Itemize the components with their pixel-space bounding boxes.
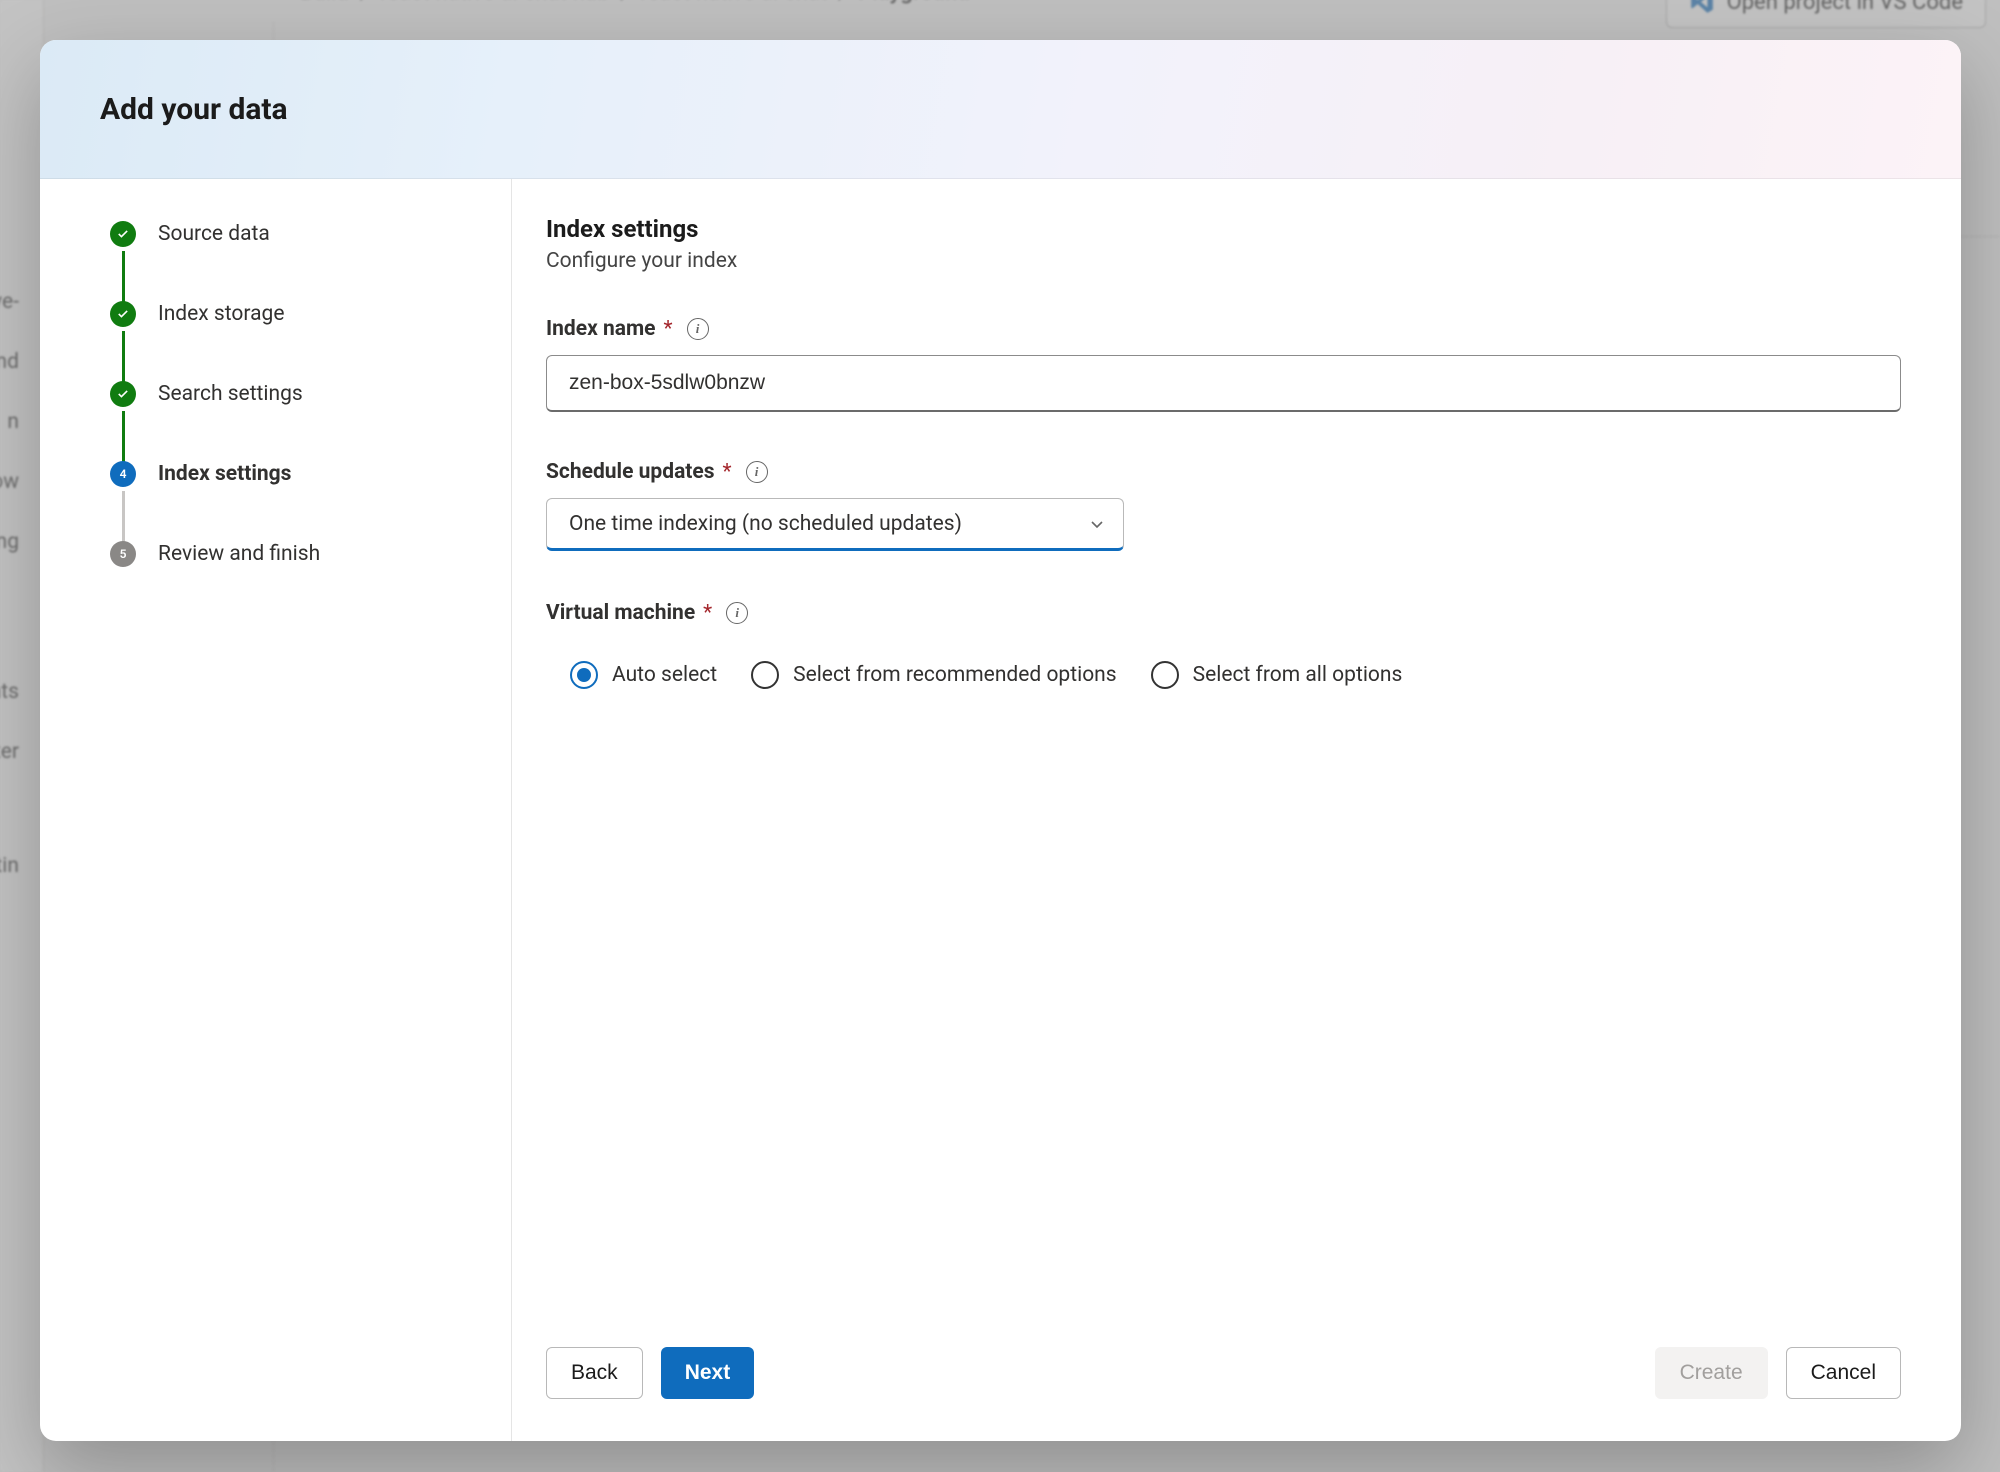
wizard-steps: Source data Index storage Search setting…: [40, 179, 512, 1441]
step-check-icon: [110, 381, 136, 407]
info-icon[interactable]: i: [687, 318, 709, 340]
add-your-data-dialog: Add your data Source data Index storage: [40, 40, 1961, 1441]
check-icon: [116, 387, 130, 401]
back-button[interactable]: Back: [546, 1347, 643, 1399]
step-number-badge: 4: [110, 461, 136, 487]
schedule-updates-label: Schedule updates * i: [546, 460, 1901, 484]
create-button: Create: [1655, 1347, 1768, 1399]
check-icon: [116, 227, 130, 241]
step-index-storage[interactable]: Index storage: [110, 301, 481, 327]
dialog-footer: Back Next Create Cancel: [512, 1331, 1961, 1441]
step-source-data[interactable]: Source data: [110, 221, 481, 247]
info-icon[interactable]: i: [746, 461, 768, 483]
radio-icon: [1151, 661, 1179, 689]
check-icon: [116, 307, 130, 321]
vm-option-all[interactable]: Select from all options: [1151, 661, 1403, 689]
step-review-finish[interactable]: 5 Review and finish: [110, 541, 481, 567]
vm-option-label: Auto select: [612, 663, 717, 687]
section-heading: Index settings: [546, 215, 1901, 243]
step-label: Source data: [158, 222, 270, 246]
index-settings-form: Index settings Configure your index Inde…: [512, 179, 1961, 1331]
step-search-settings[interactable]: Search settings: [110, 381, 481, 407]
virtual-machine-label: Virtual machine * i: [546, 601, 1901, 625]
step-label: Search settings: [158, 382, 303, 406]
next-button[interactable]: Next: [661, 1347, 755, 1399]
radio-icon: [570, 661, 598, 689]
info-icon[interactable]: i: [726, 602, 748, 624]
step-label: Review and finish: [158, 542, 320, 566]
step-label: Index storage: [158, 302, 284, 326]
vm-option-label: Select from recommended options: [793, 663, 1117, 687]
vm-option-recommended[interactable]: Select from recommended options: [751, 661, 1117, 689]
step-index-settings[interactable]: 4 Index settings: [110, 461, 481, 487]
section-subheading: Configure your index: [546, 249, 1901, 273]
dialog-title: Add your data: [100, 92, 288, 127]
schedule-updates-select[interactable]: One time indexing (no scheduled updates): [546, 498, 1124, 551]
required-asterisk: *: [703, 601, 712, 625]
dialog-header: Add your data: [40, 40, 1961, 179]
chevron-down-icon: [1089, 516, 1105, 532]
required-asterisk: *: [723, 460, 732, 484]
index-name-label: Index name * i: [546, 317, 1901, 341]
step-check-icon: [110, 301, 136, 327]
step-check-icon: [110, 221, 136, 247]
step-number-badge: 5: [110, 541, 136, 567]
cancel-button[interactable]: Cancel: [1786, 1347, 1901, 1399]
vm-option-label: Select from all options: [1193, 663, 1403, 687]
schedule-updates-value: One time indexing (no scheduled updates): [569, 512, 962, 536]
index-name-input[interactable]: [546, 355, 1901, 412]
required-asterisk: *: [664, 317, 673, 341]
step-label: Index settings: [158, 462, 291, 486]
virtual-machine-radio-group: Auto select Select from recommended opti…: [570, 661, 1901, 689]
radio-icon: [751, 661, 779, 689]
vm-option-auto-select[interactable]: Auto select: [570, 661, 717, 689]
